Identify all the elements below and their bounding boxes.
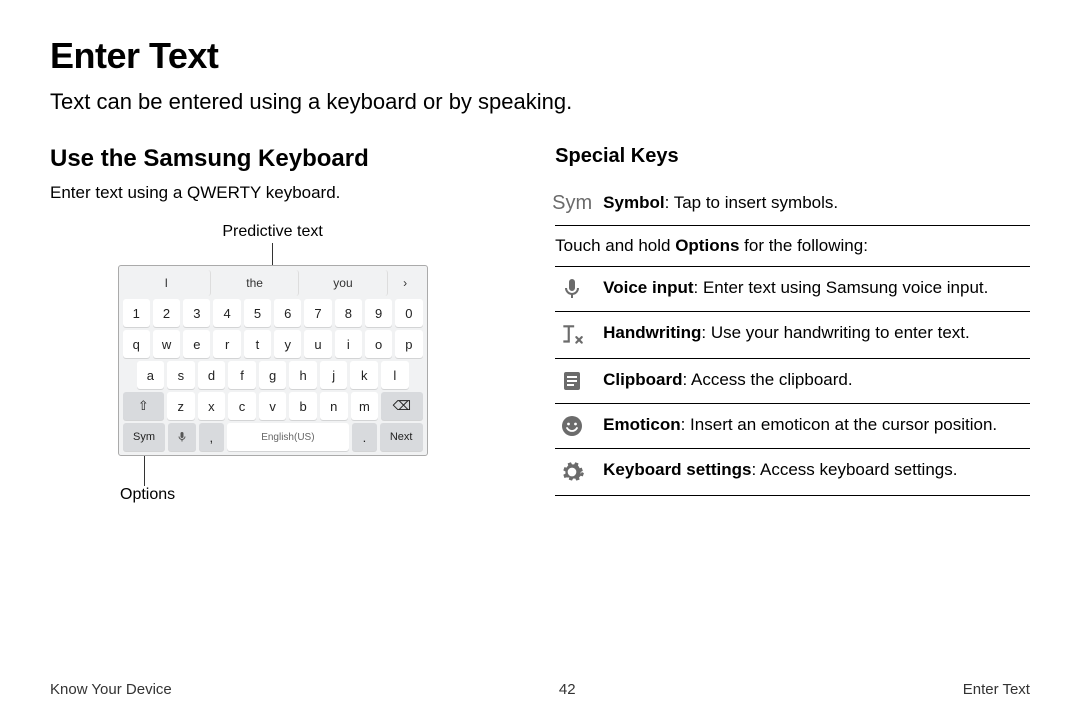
mic-key-icon (168, 423, 196, 451)
keyboard-frame: I the you › 1 2 3 4 5 6 7 8 9 0 (118, 265, 428, 456)
settings-description: Keyboard settings: Access keyboard setti… (603, 459, 957, 482)
key-s: s (167, 361, 195, 389)
key-d: d (198, 361, 226, 389)
suggestion-more-icon: › (388, 270, 423, 296)
key-b: b (289, 392, 317, 420)
page-footer: Know Your Device 42 Enter Text (50, 681, 1030, 698)
footer-right: Enter Text (963, 681, 1030, 698)
key-8: 8 (335, 299, 362, 327)
key-2: 2 (153, 299, 180, 327)
handwriting-description: Handwriting: Use your handwriting to ent… (603, 322, 970, 345)
key-9: 9 (365, 299, 392, 327)
zxcv-row: ⇧ z x c v b n m ⌫ (123, 392, 423, 420)
sym-text-icon: Sym (555, 192, 589, 215)
key-i: i (335, 330, 362, 358)
emoticon-description: Emoticon: Insert an emoticon at the curs… (603, 414, 997, 437)
key-k: k (350, 361, 378, 389)
sym-description: Symbol: Tap to insert symbols. (603, 192, 838, 215)
microphone-icon (555, 277, 589, 301)
special-key-emoticon: Emoticon: Insert an emoticon at the curs… (555, 404, 1030, 449)
key-m: m (351, 392, 379, 420)
key-5: 5 (244, 299, 271, 327)
pointer-line (144, 456, 145, 486)
key-p: p (395, 330, 422, 358)
key-3: 3 (183, 299, 210, 327)
predictive-text-label: Predictive text (50, 223, 495, 241)
emoticon-icon (555, 414, 589, 438)
special-keys-heading: Special Keys (555, 145, 1030, 168)
key-a: a (137, 361, 165, 389)
backspace-key-icon: ⌫ (381, 392, 422, 420)
key-r: r (213, 330, 240, 358)
key-7: 7 (304, 299, 331, 327)
key-n: n (320, 392, 348, 420)
clipboard-icon (555, 369, 589, 393)
sym-key: Sym (123, 423, 166, 451)
clipboard-description: Clipboard: Access the clipboard. (603, 369, 852, 392)
options-label: Options (120, 486, 495, 504)
key-w: w (153, 330, 180, 358)
key-q: q (123, 330, 150, 358)
key-o: o (365, 330, 392, 358)
suggestion: you (299, 270, 387, 296)
key-v: v (259, 392, 287, 420)
shift-key-icon: ⇧ (123, 392, 164, 420)
footer-page-number: 42 (559, 681, 576, 698)
special-key-voice: Voice input: Enter text using Samsung vo… (555, 267, 1030, 312)
space-key: English(US) (227, 423, 350, 451)
key-e: e (183, 330, 210, 358)
number-row: 1 2 3 4 5 6 7 8 9 0 (123, 299, 423, 327)
handwriting-icon (555, 322, 589, 348)
key-1: 1 (123, 299, 150, 327)
special-key-handwriting: Handwriting: Use your handwriting to ent… (555, 312, 1030, 359)
key-t: t (244, 330, 271, 358)
suggestion: I (123, 270, 211, 296)
suggestion-row: I the you › (123, 270, 423, 296)
key-f: f (228, 361, 256, 389)
period-key: . (352, 423, 377, 451)
left-body: Enter text using a QWERTY keyboard. (50, 183, 495, 203)
suggestion: the (211, 270, 299, 296)
page-title: Enter Text (50, 35, 1030, 77)
gear-icon (555, 459, 589, 485)
key-c: c (228, 392, 256, 420)
bottom-row: Sym , English(US) . Next (123, 423, 423, 451)
asdf-row: a s d f g h j k l (123, 361, 423, 389)
keyboard-diagram: Predictive text I the you › 1 2 3 4 5 6 … (50, 223, 495, 504)
special-key-settings: Keyboard settings: Access keyboard setti… (555, 449, 1030, 496)
options-intro: Touch and hold Options for the following… (555, 226, 1030, 267)
key-j: j (320, 361, 348, 389)
footer-left: Know Your Device (50, 681, 172, 698)
key-0: 0 (395, 299, 422, 327)
special-key-sym: Sym Symbol: Tap to insert symbols. (555, 182, 1030, 226)
comma-key: , (199, 423, 224, 451)
special-key-clipboard: Clipboard: Access the clipboard. (555, 359, 1030, 404)
pointer-line (272, 243, 273, 265)
key-z: z (167, 392, 195, 420)
left-heading: Use the Samsung Keyboard (50, 145, 495, 173)
key-u: u (304, 330, 331, 358)
page-subtitle: Text can be entered using a keyboard or … (50, 89, 1030, 115)
key-g: g (259, 361, 287, 389)
key-h: h (289, 361, 317, 389)
key-6: 6 (274, 299, 301, 327)
key-y: y (274, 330, 301, 358)
next-key: Next (380, 423, 423, 451)
key-l: l (381, 361, 409, 389)
key-4: 4 (213, 299, 240, 327)
voice-description: Voice input: Enter text using Samsung vo… (603, 277, 988, 300)
key-x: x (198, 392, 226, 420)
qwerty-row: q w e r t y u i o p (123, 330, 423, 358)
